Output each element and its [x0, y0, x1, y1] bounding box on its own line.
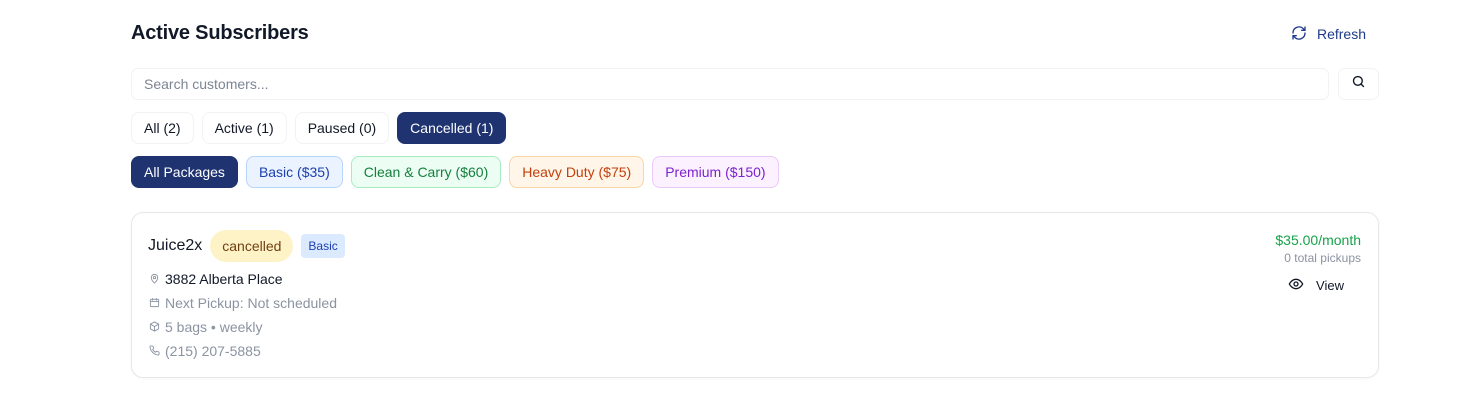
subscriber-name: Juice2x: [148, 237, 203, 254]
total-pickups: 0 total pickups: [1284, 251, 1361, 265]
search-row: [131, 68, 1379, 100]
calendar-icon: [149, 295, 160, 311]
page-title: Active Subscribers: [131, 22, 309, 44]
package-icon: [149, 319, 160, 335]
phone-text: (215) 207-5885: [165, 343, 261, 359]
refresh-button[interactable]: Refresh: [1279, 20, 1379, 48]
address-text: 3882 Alberta Place: [165, 271, 283, 287]
subscriber-next-pickup: Next Pickup: Not scheduled: [149, 295, 337, 311]
status-filter-active[interactable]: Active (1): [201, 112, 287, 144]
subscriber-bags: 5 bags • weekly: [149, 319, 263, 335]
bags-text: 5 bags • weekly: [165, 319, 263, 335]
status-filter-all[interactable]: All (2): [131, 112, 194, 144]
map-pin-icon: [149, 271, 160, 287]
package-filter-heavy-duty[interactable]: Heavy Duty ($75): [509, 156, 645, 188]
status-filter-cancelled[interactable]: Cancelled (1): [397, 112, 507, 144]
package-filter-all[interactable]: All Packages: [131, 156, 238, 188]
package-badge: Basic: [301, 234, 345, 258]
package-filter-tabs: All Packages Basic ($35) Clean & Carry (…: [131, 156, 779, 188]
subscriber-header: Juice2x cancelled Basic: [148, 230, 345, 262]
eye-icon: [1288, 276, 1304, 295]
status-filter-tabs: All (2) Active (1) Paused (0) Cancelled …: [131, 112, 507, 144]
subscriber-phone: (215) 207-5885: [149, 343, 261, 359]
package-filter-premium[interactable]: Premium ($150): [652, 156, 779, 188]
status-badge: cancelled: [210, 230, 294, 262]
status-filter-paused[interactable]: Paused (0): [294, 112, 390, 144]
refresh-icon: [1291, 25, 1307, 44]
subscription-price: $35.00/month: [1275, 232, 1361, 248]
view-button[interactable]: View: [1288, 273, 1344, 297]
subscriber-address: 3882 Alberta Place: [149, 271, 283, 287]
header: Active Subscribers Refresh: [131, 20, 1379, 48]
next-pickup-text: Next Pickup: Not scheduled: [165, 295, 337, 311]
search-input[interactable]: [131, 68, 1329, 100]
view-label: View: [1316, 277, 1344, 293]
search-button[interactable]: [1338, 68, 1379, 100]
search-icon: [1351, 74, 1366, 94]
phone-icon: [149, 343, 160, 359]
package-filter-clean-carry[interactable]: Clean & Carry ($60): [350, 156, 502, 188]
refresh-label: Refresh: [1316, 26, 1366, 42]
subscriber-card: Juice2x cancelled Basic 3882 Alberta Pla…: [131, 212, 1379, 378]
package-filter-basic[interactable]: Basic ($35): [245, 156, 343, 188]
